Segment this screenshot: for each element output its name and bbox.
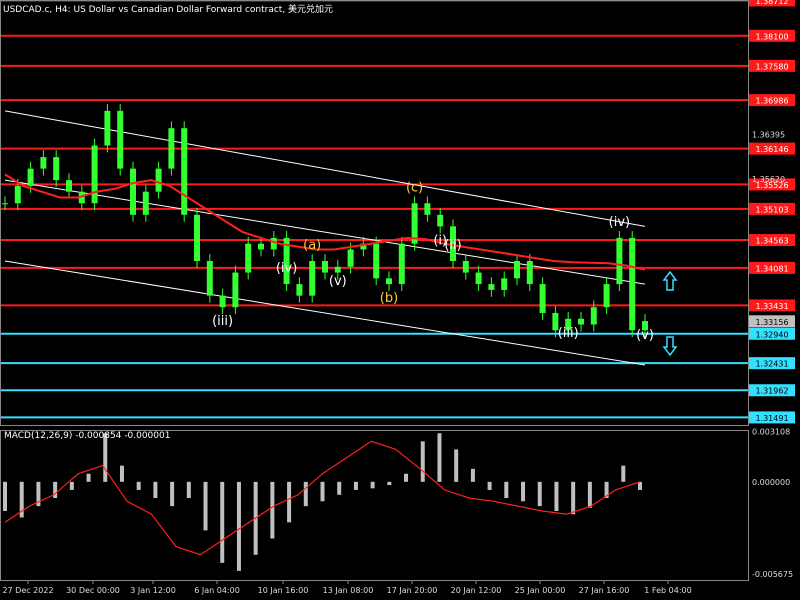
price-candle[interactable] [53, 157, 60, 181]
x-tick-2: 3 Jan 12:00 [130, 586, 176, 595]
price-candle[interactable] [91, 145, 98, 204]
wave-label-1: (iv) [276, 261, 297, 276]
resistance-tag-label-4: 1.36146 [755, 145, 788, 154]
macd-pane-frame [0, 430, 749, 581]
chart-canvas[interactable]: (iii)(iv)(a)(v)(b)(c)(i)(ii)(iii)(iv)(v)… [0, 0, 800, 600]
price-candle[interactable] [142, 191, 149, 215]
current-price-label: 1.33156 [755, 318, 788, 327]
wave-label-0: (iii) [212, 314, 233, 329]
price-candle[interactable] [629, 237, 636, 331]
price-candle[interactable] [322, 261, 328, 273]
resistance-tag-label-3: 1.36986 [755, 97, 788, 106]
price-candle[interactable] [309, 261, 316, 296]
x-tick-8: 25 Jan 00:00 [515, 586, 566, 595]
price-candle[interactable] [130, 168, 136, 215]
price-candle[interactable] [258, 243, 264, 250]
price-candle[interactable] [117, 110, 124, 169]
price-candle[interactable] [386, 278, 392, 285]
support-tag-label-2: 1.31962 [755, 387, 788, 396]
down-arrow [662, 336, 678, 357]
up-arrow [662, 270, 678, 291]
price-candle[interactable] [616, 237, 623, 285]
wave-label-4: (b) [380, 291, 398, 306]
resistance-tag-label-1: 1.38100 [755, 32, 788, 41]
x-tick-1: 30 Dec 00:00 [66, 586, 120, 595]
price-candle[interactable] [181, 128, 188, 215]
price-candle[interactable] [194, 214, 200, 262]
price-candle[interactable] [155, 168, 162, 192]
wave-label-8: (iii) [558, 326, 579, 341]
x-tick-5: 13 Jan 08:00 [323, 586, 374, 595]
price-candle[interactable] [424, 203, 431, 215]
price-candle[interactable] [104, 110, 111, 146]
y-tick-0: 1.36395 [752, 130, 785, 139]
price-candle[interactable] [27, 168, 34, 186]
x-tick-9: 27 Jan 16:00 [579, 586, 630, 595]
x-tick-10: 1 Feb 04:00 [644, 586, 691, 595]
price-candle[interactable] [334, 266, 341, 273]
main-pane-frame [0, 0, 749, 426]
price-candle[interactable] [590, 307, 597, 325]
price-candle[interactable] [219, 295, 226, 308]
price-candle[interactable] [66, 180, 72, 192]
support-tag-label-0: 1.32940 [755, 330, 788, 339]
price-candle[interactable] [40, 157, 47, 169]
resistance-tag-label-2: 1.37580 [755, 62, 788, 71]
price-candle[interactable] [501, 278, 508, 290]
price-candle[interactable] [539, 284, 546, 313]
price-candle[interactable] [168, 128, 175, 169]
price-candle[interactable] [2, 203, 8, 205]
price-candle[interactable] [245, 243, 252, 273]
wave-label-7: (ii) [444, 238, 461, 253]
price-candle[interactable] [462, 261, 469, 273]
macd-y-tick-2: -0.005675 [752, 570, 793, 579]
x-tick-3: 6 Jan 04:00 [194, 586, 240, 595]
price-candle[interactable] [398, 243, 405, 285]
price-candle[interactable] [526, 261, 533, 285]
price-candle[interactable] [296, 284, 303, 296]
resistance-tag-label-9: 1.33431 [755, 302, 788, 311]
wave-label-10: (v) [636, 328, 654, 343]
support-tag-label-3: 1.31491 [755, 414, 788, 423]
resistance-tag-label-6: 1.35103 [755, 205, 788, 214]
price-candle[interactable] [270, 237, 277, 250]
price-candle[interactable] [206, 261, 213, 296]
price-candle[interactable] [603, 284, 610, 308]
support-tag-label-1: 1.32431 [755, 360, 788, 369]
wave-label-5: (c) [406, 180, 423, 195]
price-candle[interactable] [578, 318, 584, 325]
price-candle[interactable] [14, 185, 21, 204]
x-tick-4: 10 Jan 16:00 [258, 586, 309, 595]
x-tick-0: 27 Dec 2022 [2, 586, 53, 595]
wave-label-3: (v) [329, 274, 347, 289]
wave-label-9: (iv) [609, 215, 630, 230]
price-candle[interactable] [347, 249, 354, 267]
resistance-tag-label-8: 1.34081 [755, 264, 788, 273]
y-tick-1: 1.35620 [752, 175, 785, 184]
price-candle[interactable] [373, 243, 380, 279]
resistance-tag-label-0: 1.38712 [755, 0, 788, 6]
macd-y-tick-1: 0.000000 [752, 478, 790, 487]
price-candle[interactable] [437, 214, 444, 227]
x-tick-6: 17 Jan 20:00 [387, 586, 438, 595]
x-tick-7: 20 Jan 12:00 [451, 586, 502, 595]
wave-label-2: (a) [303, 238, 321, 253]
resistance-tag-label-7: 1.34563 [755, 237, 788, 246]
price-candle[interactable] [514, 261, 520, 279]
macd-y-tick-0: 0.003108 [752, 427, 790, 436]
price-candle[interactable] [232, 272, 239, 308]
macd-title: MACD(12,26,9) -0.000854 -0.000001 [4, 431, 171, 441]
price-candle[interactable] [475, 272, 482, 285]
price-candle[interactable] [488, 284, 495, 290]
